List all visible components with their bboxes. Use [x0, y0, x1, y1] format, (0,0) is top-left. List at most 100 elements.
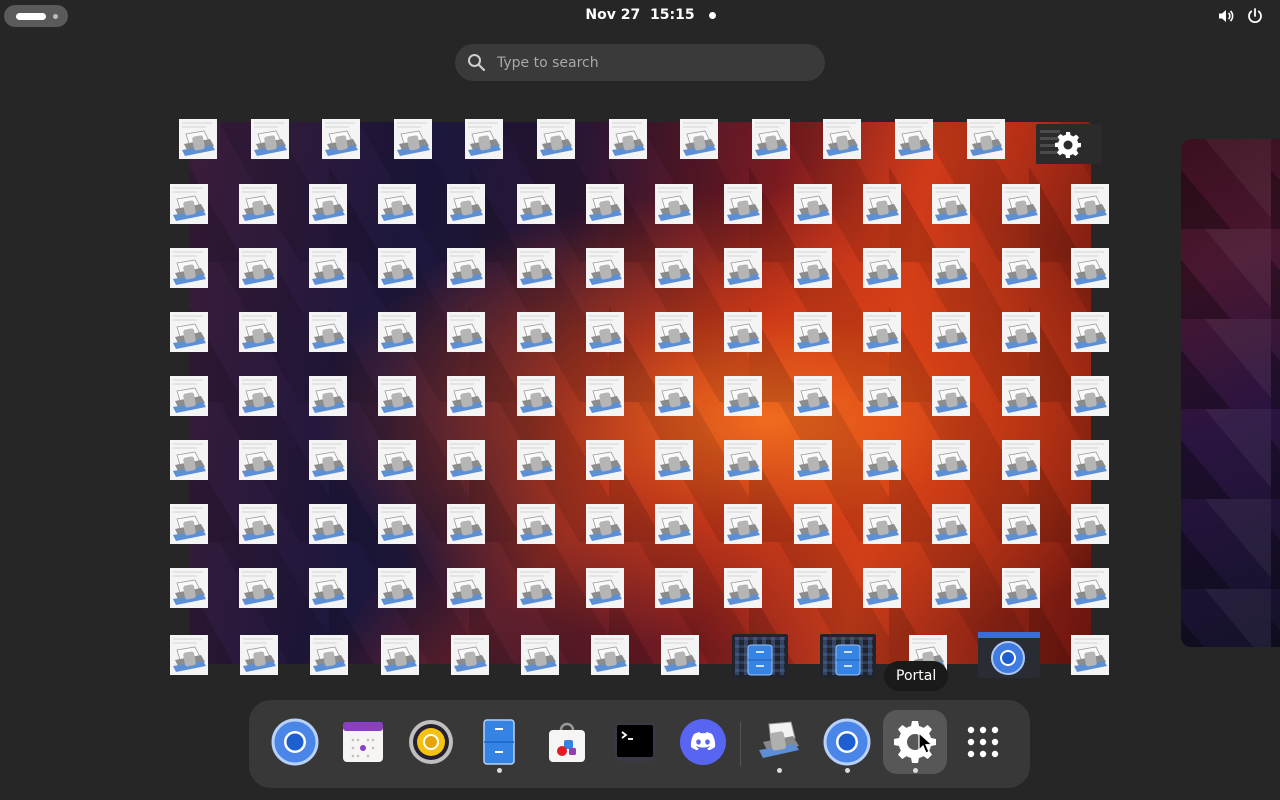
- printer-window-thumbnail[interactable]: [822, 118, 862, 160]
- printer-window-thumbnail[interactable]: [931, 567, 971, 609]
- printer-window-thumbnail[interactable]: [654, 311, 694, 353]
- printer-window-thumbnail[interactable]: [1001, 567, 1041, 609]
- printer-window-thumbnail[interactable]: [516, 567, 556, 609]
- printer-window-thumbnail[interactable]: [377, 375, 417, 417]
- printer-window-thumbnail[interactable]: [654, 503, 694, 545]
- printer-window-thumbnail[interactable]: [446, 375, 486, 417]
- printer-window-thumbnail[interactable]: [308, 439, 348, 481]
- printer-window-thumbnail[interactable]: [446, 439, 486, 481]
- printer-window-thumbnail[interactable]: [377, 439, 417, 481]
- show-apps-button[interactable]: [951, 710, 1015, 774]
- dash-item-terminal[interactable]: [603, 710, 667, 774]
- printer-window-thumbnail[interactable]: [793, 183, 833, 225]
- printer-window-thumbnail[interactable]: [380, 634, 420, 676]
- files-window-thumbnail[interactable]: [820, 634, 876, 678]
- dash-item-rhythmbox[interactable]: [399, 710, 463, 774]
- printer-window-thumbnail[interactable]: [169, 567, 209, 609]
- printer-window-thumbnail[interactable]: [1001, 439, 1041, 481]
- printer-window-thumbnail[interactable]: [793, 439, 833, 481]
- printer-window-thumbnail[interactable]: [931, 375, 971, 417]
- printer-window-thumbnail[interactable]: [679, 118, 719, 160]
- printer-window-thumbnail[interactable]: [723, 375, 763, 417]
- clock-button[interactable]: Nov 27 15:15: [0, 7, 1280, 23]
- printer-window-thumbnail[interactable]: [321, 118, 361, 160]
- printer-window-thumbnail[interactable]: [590, 634, 630, 676]
- printer-window-thumbnail[interactable]: [377, 183, 417, 225]
- printer-window-thumbnail[interactable]: [723, 247, 763, 289]
- printer-window-thumbnail[interactable]: [446, 183, 486, 225]
- printer-window-thumbnail[interactable]: [1070, 183, 1110, 225]
- printer-window-thumbnail[interactable]: [516, 183, 556, 225]
- printer-window-thumbnail[interactable]: [862, 247, 902, 289]
- printer-window-thumbnail[interactable]: [393, 118, 433, 160]
- settings-window-thumbnail[interactable]: [1036, 124, 1102, 164]
- printer-window-thumbnail[interactable]: [1070, 247, 1110, 289]
- printer-window-thumbnail[interactable]: [1070, 375, 1110, 417]
- printer-window-thumbnail[interactable]: [446, 503, 486, 545]
- printer-window-thumbnail[interactable]: [238, 567, 278, 609]
- printer-window-thumbnail[interactable]: [894, 118, 934, 160]
- printer-window-thumbnail[interactable]: [654, 375, 694, 417]
- printer-window-thumbnail[interactable]: [862, 567, 902, 609]
- chromium-window-thumbnail[interactable]: [978, 632, 1040, 678]
- dash-item-calendar[interactable]: [331, 710, 395, 774]
- printer-window-thumbnail[interactable]: [654, 247, 694, 289]
- printer-window-thumbnail[interactable]: [464, 118, 504, 160]
- printer-window-thumbnail[interactable]: [793, 567, 833, 609]
- printer-window-thumbnail[interactable]: [377, 567, 417, 609]
- printer-window-thumbnail[interactable]: [516, 439, 556, 481]
- printer-window-thumbnail[interactable]: [654, 567, 694, 609]
- printer-window-thumbnail[interactable]: [169, 375, 209, 417]
- printer-window-thumbnail[interactable]: [1001, 375, 1041, 417]
- printer-window-thumbnail[interactable]: [377, 503, 417, 545]
- printer-window-thumbnail[interactable]: [308, 567, 348, 609]
- printer-window-thumbnail[interactable]: [1001, 503, 1041, 545]
- printer-window-thumbnail[interactable]: [862, 311, 902, 353]
- printer-window-thumbnail[interactable]: [931, 439, 971, 481]
- printer-window-thumbnail[interactable]: [516, 311, 556, 353]
- search-bar[interactable]: [455, 44, 825, 81]
- printer-window-thumbnail[interactable]: [931, 183, 971, 225]
- printer-window-thumbnail[interactable]: [931, 311, 971, 353]
- printer-window-thumbnail[interactable]: [446, 247, 486, 289]
- printer-window-thumbnail[interactable]: [723, 183, 763, 225]
- printer-window-thumbnail[interactable]: [585, 567, 625, 609]
- printer-window-thumbnail[interactable]: [931, 247, 971, 289]
- printer-window-thumbnail[interactable]: [862, 183, 902, 225]
- printer-window-thumbnail[interactable]: [966, 118, 1006, 160]
- printer-window-thumbnail[interactable]: [309, 634, 349, 676]
- printer-window-thumbnail[interactable]: [862, 375, 902, 417]
- printer-window-thumbnail[interactable]: [238, 183, 278, 225]
- printer-window-thumbnail[interactable]: [585, 183, 625, 225]
- printer-window-thumbnail[interactable]: [1070, 567, 1110, 609]
- printer-window-thumbnail[interactable]: [723, 439, 763, 481]
- search-input[interactable]: [495, 50, 809, 76]
- printer-window-thumbnail[interactable]: [446, 567, 486, 609]
- printer-window-thumbnail[interactable]: [585, 439, 625, 481]
- printer-window-thumbnail[interactable]: [446, 311, 486, 353]
- printer-window-thumbnail[interactable]: [1001, 311, 1041, 353]
- printer-window-thumbnail[interactable]: [450, 634, 490, 676]
- printer-window-thumbnail[interactable]: [520, 634, 560, 676]
- printer-window-thumbnail[interactable]: [169, 183, 209, 225]
- printer-window-thumbnail[interactable]: [516, 375, 556, 417]
- printer-window-thumbnail[interactable]: [1070, 439, 1110, 481]
- printer-window-thumbnail[interactable]: [793, 503, 833, 545]
- printer-window-thumbnail[interactable]: [250, 118, 290, 160]
- printer-window-thumbnail[interactable]: [585, 247, 625, 289]
- printer-window-thumbnail[interactable]: [169, 439, 209, 481]
- printer-window-thumbnail[interactable]: [793, 247, 833, 289]
- printer-window-thumbnail[interactable]: [238, 375, 278, 417]
- printer-window-thumbnail[interactable]: [238, 247, 278, 289]
- printer-window-thumbnail[interactable]: [308, 311, 348, 353]
- printer-window-thumbnail[interactable]: [585, 375, 625, 417]
- printer-window-thumbnail[interactable]: [654, 439, 694, 481]
- printer-window-thumbnail[interactable]: [1001, 247, 1041, 289]
- printer-window-thumbnail[interactable]: [308, 503, 348, 545]
- printer-window-thumbnail[interactable]: [377, 247, 417, 289]
- printer-window-thumbnail[interactable]: [931, 503, 971, 545]
- printer-window-thumbnail[interactable]: [169, 247, 209, 289]
- dash-item-discord[interactable]: [671, 710, 735, 774]
- workspace-thumbnail-next[interactable]: [1181, 139, 1280, 647]
- power-icon[interactable]: [1246, 7, 1264, 25]
